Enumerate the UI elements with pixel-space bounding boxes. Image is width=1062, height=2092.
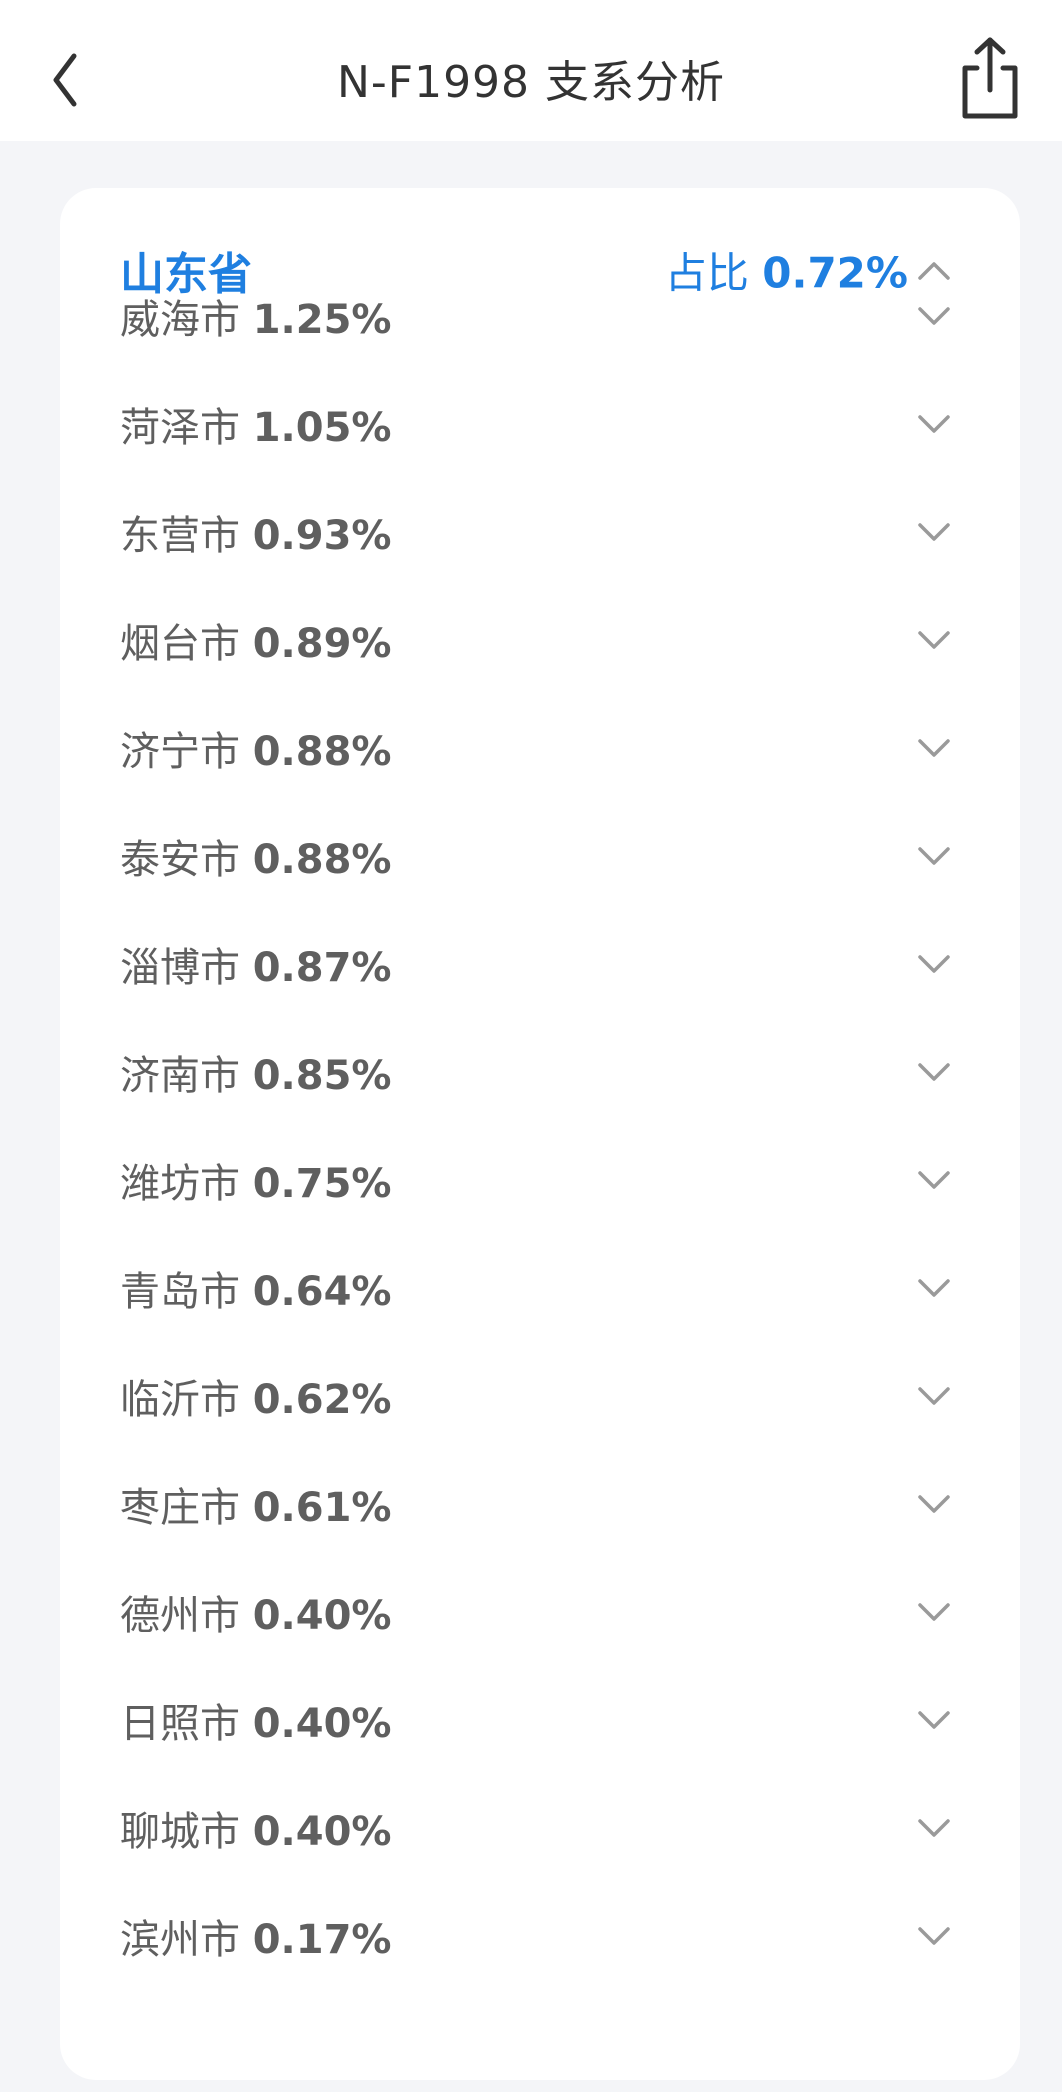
city-label: 聊城市 (120, 1809, 240, 1855)
city-row[interactable]: 烟台市 0.89% (60, 586, 1020, 694)
city-name: 威海市 1.25% (120, 287, 392, 345)
city-row[interactable]: 东营市 0.93% (60, 478, 1020, 586)
chevron-down-icon[interactable] (912, 1808, 956, 1848)
city-label: 济南市 (120, 1053, 240, 1099)
chevron-down-icon[interactable] (912, 512, 956, 552)
city-row[interactable]: 威海市 1.25% (60, 262, 1020, 370)
city-name: 聊城市 0.40% (120, 1799, 392, 1857)
city-name: 泰安市 0.88% (120, 827, 392, 885)
chevron-down-icon[interactable] (912, 1916, 956, 1956)
city-name: 枣庄市 0.61% (120, 1475, 392, 1533)
city-name: 淄博市 0.87% (120, 935, 392, 993)
city-percentage: 0.64% (252, 1269, 392, 1315)
city-row[interactable]: 日照市 0.40% (60, 1666, 1020, 1774)
chevron-down-icon[interactable] (912, 1592, 956, 1632)
city-name: 滨州市 0.17% (120, 1907, 392, 1965)
branch-analysis-card: 山东省 占比 0.72% 威海市 1.25% 菏泽市 1.05% 东营市 0.93%… (60, 188, 1020, 2080)
city-percentage: 0.40% (252, 1701, 392, 1747)
city-name: 烟台市 0.89% (120, 611, 392, 669)
city-percentage: 0.93% (252, 513, 392, 559)
city-label: 日照市 (120, 1701, 240, 1747)
city-percentage: 0.85% (252, 1053, 392, 1099)
city-label: 淄博市 (120, 945, 240, 991)
chevron-down-icon[interactable] (912, 404, 956, 444)
chevron-down-icon[interactable] (912, 1160, 956, 1200)
city-name: 济宁市 0.88% (120, 719, 392, 777)
chevron-down-icon[interactable] (912, 1484, 956, 1524)
city-percentage: 0.88% (252, 729, 392, 775)
city-row[interactable]: 淄博市 0.87% (60, 910, 1020, 1018)
city-percentage: 0.17% (252, 1917, 392, 1963)
chevron-down-icon[interactable] (912, 728, 956, 768)
chevron-down-icon[interactable] (912, 836, 956, 876)
city-row[interactable]: 青岛市 0.64% (60, 1234, 1020, 1342)
city-label: 威海市 (120, 297, 240, 343)
city-label: 青岛市 (120, 1269, 240, 1315)
chevron-down-icon[interactable] (912, 1268, 956, 1308)
city-name: 德州市 0.40% (120, 1583, 392, 1641)
city-percentage: 1.25% (252, 297, 392, 343)
city-percentage: 0.88% (252, 837, 392, 883)
city-name: 东营市 0.93% (120, 503, 392, 561)
city-name: 日照市 0.40% (120, 1691, 392, 1749)
share-icon (962, 37, 1018, 119)
city-label: 滨州市 (120, 1917, 240, 1963)
chevron-down-icon[interactable] (912, 944, 956, 984)
navigation-bar: N-F1998 支系分析 (0, 0, 1062, 141)
city-percentage: 0.40% (252, 1593, 392, 1639)
city-label: 东营市 (120, 513, 240, 559)
city-label: 泰安市 (120, 837, 240, 883)
city-percentage: 0.87% (252, 945, 392, 991)
city-row[interactable]: 德州市 0.40% (60, 1558, 1020, 1666)
chevron-down-icon[interactable] (912, 1700, 956, 1740)
city-row[interactable]: 泰安市 0.88% (60, 802, 1020, 910)
city-row[interactable]: 潍坊市 0.75% (60, 1126, 1020, 1234)
city-row[interactable]: 济宁市 0.88% (60, 694, 1020, 802)
page-title: N-F1998 支系分析 (336, 57, 726, 108)
city-label: 枣庄市 (120, 1485, 240, 1531)
city-name: 临沂市 0.62% (120, 1367, 392, 1425)
city-row[interactable]: 滨州市 0.17% (60, 1882, 1020, 1990)
city-percentage: 1.05% (252, 405, 392, 451)
city-label: 德州市 (120, 1593, 240, 1639)
city-name: 青岛市 0.64% (120, 1259, 392, 1317)
chevron-down-icon[interactable] (912, 1052, 956, 1092)
city-label: 烟台市 (120, 621, 240, 667)
city-percentage: 0.62% (252, 1377, 392, 1423)
city-label: 济宁市 (120, 729, 240, 775)
city-name: 菏泽市 1.05% (120, 395, 392, 453)
city-row[interactable]: 枣庄市 0.61% (60, 1450, 1020, 1558)
city-row[interactable]: 济南市 0.85% (60, 1018, 1020, 1126)
city-label: 临沂市 (120, 1377, 240, 1423)
city-name: 济南市 0.85% (120, 1043, 392, 1101)
chevron-down-icon[interactable] (912, 620, 956, 660)
chevron-down-icon[interactable] (912, 296, 956, 336)
city-row[interactable]: 聊城市 0.40% (60, 1774, 1020, 1882)
city-label: 潍坊市 (120, 1161, 240, 1207)
city-label: 菏泽市 (120, 405, 240, 451)
chevron-down-icon[interactable] (912, 1376, 956, 1416)
city-percentage: 0.75% (252, 1161, 392, 1207)
city-percentage: 0.61% (252, 1485, 392, 1531)
city-row[interactable]: 菏泽市 1.05% (60, 370, 1020, 478)
city-percentage: 0.40% (252, 1809, 392, 1855)
city-name: 潍坊市 0.75% (120, 1151, 392, 1209)
share-button[interactable] (955, 34, 1025, 124)
city-row[interactable]: 临沂市 0.62% (60, 1342, 1020, 1450)
city-percentage: 0.89% (252, 621, 392, 667)
